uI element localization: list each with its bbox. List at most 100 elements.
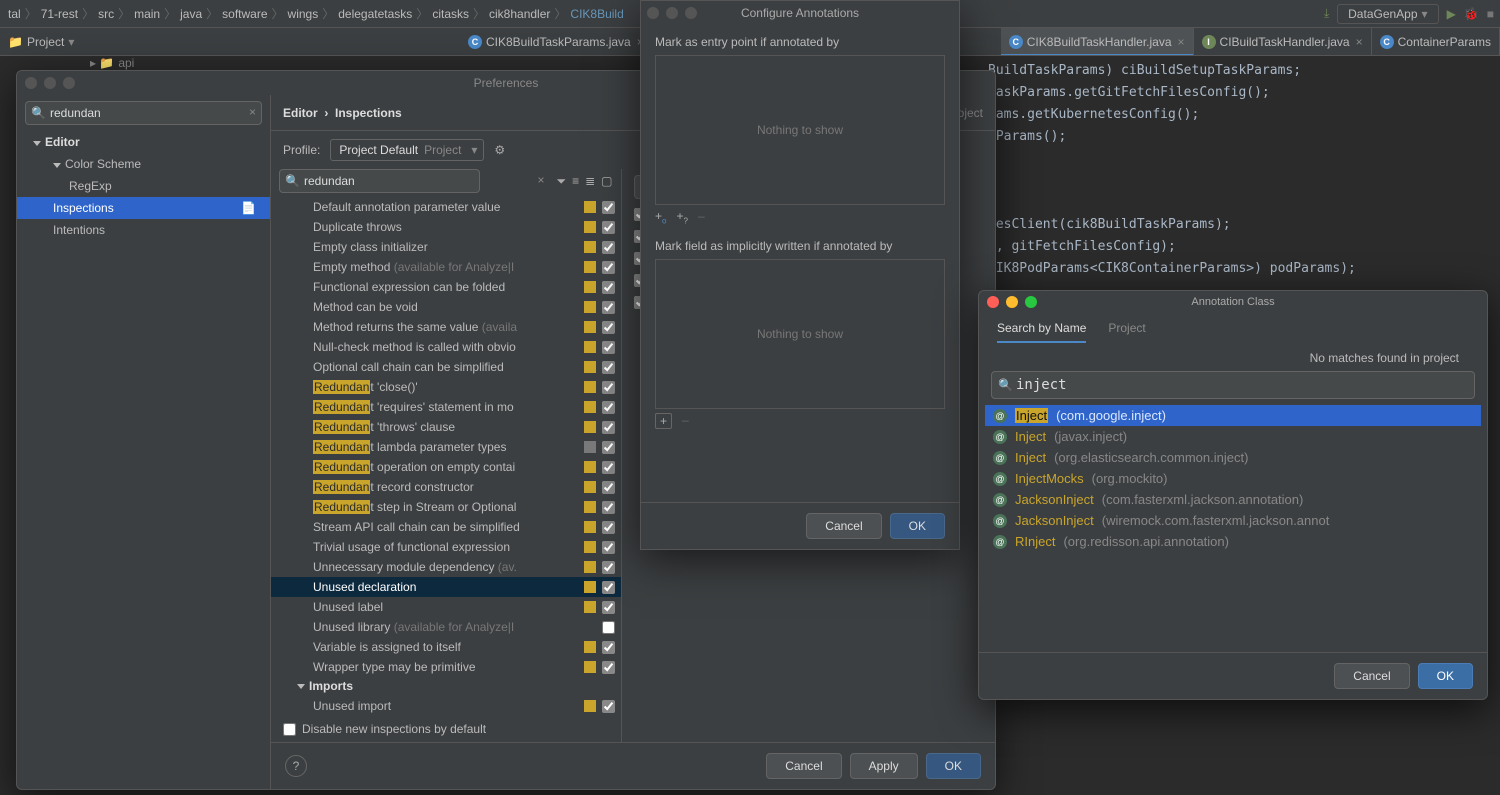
inspection-row[interactable]: Redundant operation on empty contai <box>271 457 621 477</box>
class-result-row[interactable]: @RInject (org.redisson.api.annotation) <box>985 531 1481 552</box>
class-result-row[interactable]: @JacksonInject (wiremock.com.fasterxml.j… <box>985 510 1481 531</box>
tab-search-by-name[interactable]: Search by Name <box>997 321 1086 343</box>
run-config-dropdown[interactable]: DataGenApp ▾ <box>1337 4 1438 24</box>
breadcrumb-item[interactable]: delegatetasks <box>338 7 412 21</box>
zoom-icon[interactable] <box>1025 296 1037 308</box>
inspection-checkbox[interactable] <box>602 561 615 574</box>
breadcrumb-item[interactable]: java <box>180 7 202 21</box>
cancel-button[interactable]: Cancel <box>1334 663 1409 689</box>
inspection-row[interactable]: Unused label <box>271 597 621 617</box>
inspection-checkbox[interactable] <box>602 381 615 394</box>
inspection-checkbox[interactable] <box>602 281 615 294</box>
class-result-row[interactable]: @InjectMocks (org.mockito) <box>985 468 1481 489</box>
inspection-row[interactable]: Redundant 'throws' clause <box>271 417 621 437</box>
tree-node-color-scheme[interactable]: Color Scheme <box>17 153 270 175</box>
breadcrumb-item[interactable]: CIK8Build <box>570 7 623 21</box>
editor-tab[interactable]: ICIBuildTaskHandler.java× <box>1194 28 1372 55</box>
filter-icon[interactable]: ⏷ <box>556 174 566 189</box>
inspection-checkbox[interactable] <box>602 221 615 234</box>
debug-icon[interactable]: 🐞 <box>1464 7 1479 21</box>
breadcrumb-item[interactable]: wings <box>288 7 319 21</box>
minimize-icon[interactable] <box>44 77 56 89</box>
ok-button[interactable]: OK <box>1418 663 1473 689</box>
inspection-category-imports[interactable]: Imports <box>271 676 621 696</box>
cancel-button[interactable]: Cancel <box>806 513 881 539</box>
add-icon[interactable]: + <box>655 413 672 429</box>
inspection-row[interactable]: Redundant step in Stream or Optional <box>271 497 621 517</box>
inspection-checkbox[interactable] <box>602 421 615 434</box>
inspection-row[interactable]: Empty class initializer <box>271 237 621 257</box>
add-pattern-icon[interactable]: +? <box>676 209 687 225</box>
inspection-checkbox[interactable] <box>602 641 615 654</box>
inspection-row[interactable]: Wrapper type may be primitive <box>271 657 621 676</box>
inspection-row[interactable]: Functional expression can be folded <box>271 277 621 297</box>
clear-icon[interactable]: × <box>537 173 544 187</box>
tree-node-intentions[interactable]: Intentions <box>17 219 270 241</box>
close-icon[interactable]: × <box>1178 35 1185 49</box>
remove-icon[interactable]: – <box>682 413 689 429</box>
cancel-button[interactable]: Cancel <box>766 753 841 779</box>
inspection-row[interactable]: Unused library (available for Analyze|I <box>271 617 621 637</box>
minimize-icon[interactable] <box>666 7 678 19</box>
help-button[interactable]: ? <box>285 755 307 777</box>
inspection-checkbox[interactable] <box>602 401 615 414</box>
tree-node-regexp[interactable]: RegExp <box>17 175 270 197</box>
add-class-icon[interactable]: +o <box>655 209 666 225</box>
inspection-row[interactable]: Duplicate throws <box>271 217 621 237</box>
inspection-row[interactable]: Unnecessary module dependency (av. <box>271 557 621 577</box>
inspection-checkbox[interactable] <box>602 621 615 634</box>
inspection-checkbox[interactable] <box>602 341 615 354</box>
tree-node-inspections[interactable]: Inspections 📄 <box>17 197 270 219</box>
remove-icon[interactable]: – <box>698 209 705 225</box>
close-icon[interactable]: × <box>1356 35 1363 49</box>
apply-button[interactable]: Apply <box>850 753 918 779</box>
class-result-row[interactable]: @Inject (javax.inject) <box>985 426 1481 447</box>
breadcrumb-item[interactable]: citasks <box>432 7 469 21</box>
stop-icon[interactable]: ■ <box>1487 7 1494 21</box>
breadcrumb-item[interactable]: tal <box>8 7 21 21</box>
clear-icon[interactable]: × <box>249 105 256 119</box>
entry-point-list[interactable]: Nothing to show <box>655 55 945 205</box>
inspection-row[interactable]: Method can be void <box>271 297 621 317</box>
breadcrumb-item[interactable]: src <box>98 7 114 21</box>
project-tool-dropdown[interactable]: 📁Project▾ <box>8 35 74 49</box>
close-icon[interactable] <box>647 7 659 19</box>
ok-button[interactable]: OK <box>890 513 945 539</box>
class-result-row[interactable]: @Inject (org.elasticsearch.common.inject… <box>985 447 1481 468</box>
zoom-icon[interactable] <box>685 7 697 19</box>
editor-tab[interactable]: CCIK8BuildTaskParams.java× <box>460 28 653 55</box>
inspection-checkbox[interactable] <box>602 301 615 314</box>
breadcrumb-item[interactable]: software <box>222 7 267 21</box>
prefs-search-input[interactable] <box>25 101 262 125</box>
close-icon[interactable] <box>987 296 999 308</box>
disable-new-inspections-checkbox[interactable] <box>283 723 296 736</box>
expand-icon[interactable]: ≡ <box>572 174 579 189</box>
inspection-row[interactable]: Null-check method is called with obvio <box>271 337 621 357</box>
minimize-icon[interactable] <box>1006 296 1018 308</box>
ok-button[interactable]: OK <box>926 753 981 779</box>
inspection-checkbox[interactable] <box>602 481 615 494</box>
inspection-checkbox[interactable] <box>602 501 615 514</box>
implicit-write-list[interactable]: Nothing to show <box>655 259 945 409</box>
run-icon[interactable]: ▶ <box>1447 7 1456 21</box>
class-search-input[interactable] <box>991 371 1475 399</box>
inspection-checkbox[interactable] <box>602 261 615 274</box>
inspection-checkbox[interactable] <box>602 461 615 474</box>
scope-icon[interactable]: ▢ <box>601 174 612 189</box>
gear-icon[interactable]: ⚙ <box>494 143 505 157</box>
inspection-row[interactable]: Redundant 'close()' <box>271 377 621 397</box>
inspection-checkbox[interactable] <box>602 601 615 614</box>
inspection-checkbox[interactable] <box>602 541 615 554</box>
inspection-row[interactable]: Variable is assigned to itself <box>271 637 621 657</box>
collapse-icon[interactable]: ≣ <box>585 174 595 189</box>
class-result-row[interactable]: @JacksonInject (com.fasterxml.jackson.an… <box>985 489 1481 510</box>
inspection-row[interactable]: Redundant lambda parameter types <box>271 437 621 457</box>
editor-tab[interactable]: CContainerParams <box>1372 28 1500 55</box>
inspection-row[interactable]: Stream API call chain can be simplified <box>271 517 621 537</box>
close-icon[interactable] <box>25 77 37 89</box>
inspection-row[interactable]: Method returns the same value (availa <box>271 317 621 337</box>
inspection-checkbox[interactable] <box>602 321 615 334</box>
sidebar-folder-api[interactable]: ▸ 📁 api <box>90 56 134 70</box>
inspection-checkbox[interactable] <box>602 361 615 374</box>
inspection-row[interactable]: Trivial usage of functional expression <box>271 537 621 557</box>
